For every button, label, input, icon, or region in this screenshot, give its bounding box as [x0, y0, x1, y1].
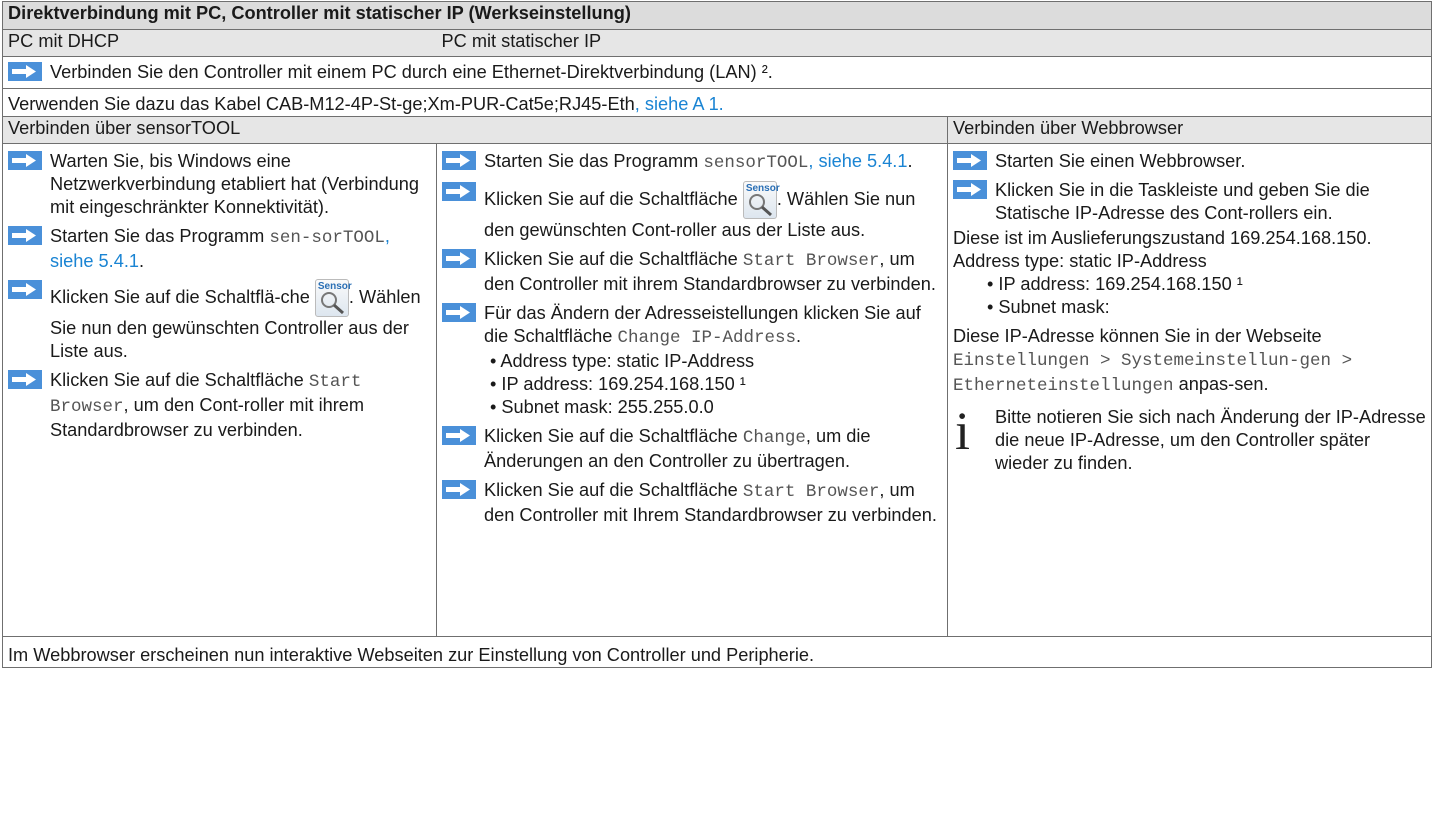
lan-row: Verbinden Sie den Controller mit einem P… [1, 56, 1433, 89]
list-item: • IP address: 169.254.168.150 ¹ [490, 374, 746, 394]
address-type-text: Address type: static IP-Address [953, 251, 1207, 271]
arrow-right-icon [953, 180, 987, 199]
step-click-sensor: Klicken Sie auf die Schaltflä-che Sensor… [8, 279, 431, 363]
sensor-search-icon[interactable]: Sensor [742, 181, 780, 219]
pc-static-label: PC mit statischer IP [436, 29, 1433, 57]
arrow-right-icon [442, 480, 476, 499]
step-click-sensor: Klicken Sie auf die Schaltfläche Sensor.… [442, 181, 942, 242]
cable-instruction: Verwenden Sie dazu das Kabel CAB-M12-4P-… [1, 88, 1433, 117]
cable-ref-link[interactable]: , siehe A 1. [635, 94, 724, 114]
step-start-program: Starten Sie das Programm sen-sorTOOL, si… [8, 225, 431, 273]
arrow-right-icon [442, 151, 476, 170]
step-wait: Warten Sie, bis Windows eine Netzwerkver… [8, 150, 431, 219]
step-start-browser: Klicken Sie auf die Schaltfläche Start B… [442, 248, 942, 296]
via-browser-header: Verbinden über Webbrowser [946, 116, 1433, 144]
default-ip-text: Diese ist im Auslieferungszustand 169.25… [953, 228, 1372, 248]
pc-dhcp-label: PC mit DHCP [2, 29, 437, 57]
steps-row: Warten Sie, bis Windows eine Netzwerkver… [2, 143, 1433, 637]
column-dhcp-sensortool: Warten Sie, bis Windows eine Netzwerkver… [2, 143, 437, 637]
section-ref-link[interactable]: , siehe 5.4.1 [808, 151, 907, 171]
via-sensortool-header: Verbinden über sensorTOOL [2, 116, 948, 144]
column-static-sensortool: Starten Sie das Programm sensorTOOL, sie… [436, 143, 948, 637]
cable-text: Verwenden Sie dazu das Kabel CAB-M12-4P-… [8, 94, 635, 114]
footer-row: Im Webbrowser erscheinen nun interaktive… [1, 636, 1433, 668]
column-webbrowser: Starten Sie einen Webbrowser. Klicken Si… [946, 143, 1433, 637]
info-note: i Bitte notieren Sie sich nach Änderung … [955, 401, 1426, 473]
document-page: Direktverbindung mit PC, Controller mit … [0, 0, 1434, 823]
connection-table: Direktverbindung mit PC, Controller mit … [1, 1, 1433, 668]
title-row: Direktverbindung mit PC, Controller mit … [1, 1, 1433, 30]
arrow-right-icon [442, 303, 476, 322]
cable-row: Verwenden Sie dazu das Kabel CAB-M12-4P-… [1, 88, 1433, 117]
list-item: • Subnet mask: [987, 297, 1110, 317]
step-start-browser: Klicken Sie auf die Schaltfläche Start B… [8, 369, 431, 442]
table-title: Direktverbindung mit PC, Controller mit … [1, 1, 1433, 30]
list-item: • Subnet mask: 255.255.0.0 [490, 397, 714, 417]
method-row: Verbinden über sensorTOOL Verbinden über… [2, 116, 1433, 144]
step-change-address: Für das Ändern der Adresseistellungen kl… [442, 302, 942, 350]
arrow-right-icon [442, 182, 476, 201]
lan-text: Verbinden Sie den Controller mit einem P… [50, 62, 768, 82]
arrow-right-icon [442, 249, 476, 268]
settings-path-text: Diese IP-Adresse können Sie in der Webse… [953, 326, 1353, 396]
sensor-search-icon[interactable]: Sensor [314, 279, 352, 317]
pc-type-row: PC mit DHCP PC mit statischer IP [2, 29, 1433, 57]
arrow-right-icon [8, 370, 42, 389]
arrow-right-icon [442, 426, 476, 445]
arrow-right-icon [8, 226, 42, 245]
list-item: • IP address: 169.254.168.150 ¹ [987, 274, 1243, 294]
step-start-webbrowser: Starten Sie einen Webbrowser. [953, 150, 1426, 173]
footer-text: Im Webbrowser erscheinen nun interaktive… [1, 636, 1433, 668]
step-start-browser: Klicken Sie auf die Schaltfläche Start B… [442, 479, 942, 527]
step-enter-ip: Klicken Sie in die Taskleiste und geben … [953, 179, 1426, 225]
step-click-change: Klicken Sie auf die Schaltfläche Change,… [442, 425, 942, 473]
info-icon: i [955, 401, 971, 461]
list-item: • Address type: static IP-Address [490, 351, 755, 371]
arrow-right-icon [8, 280, 42, 299]
arrow-right-icon [8, 151, 42, 170]
step-start-program: Starten Sie das Programm sensorTOOL, sie… [442, 150, 942, 175]
arrow-right-icon [953, 151, 987, 170]
lan-instruction: Verbinden Sie den Controller mit einem P… [1, 56, 1433, 89]
arrow-right-icon [8, 62, 42, 81]
